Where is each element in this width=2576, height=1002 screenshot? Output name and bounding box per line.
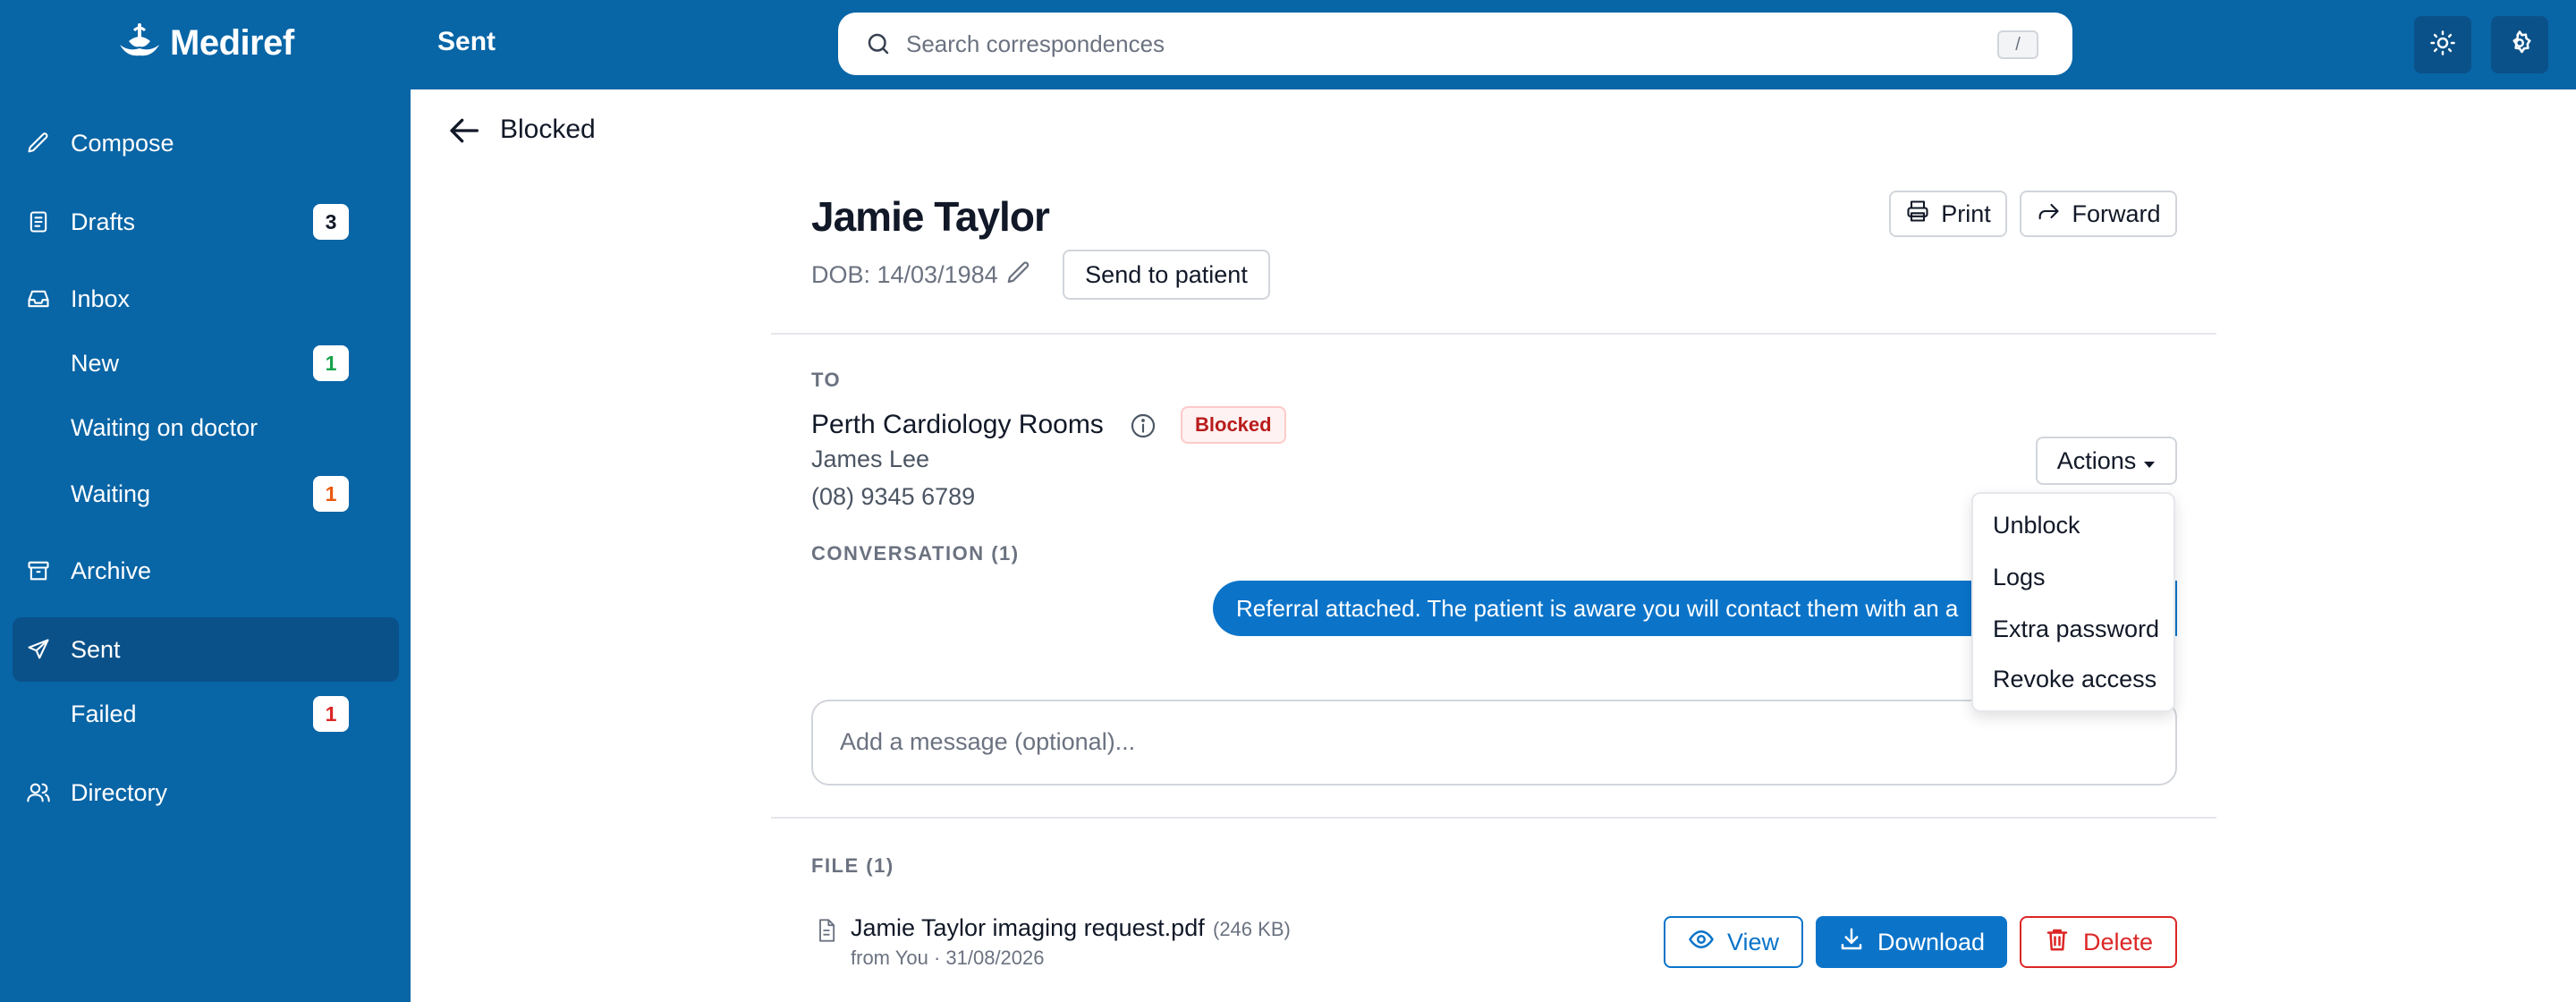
sidebar-item-label: New <box>71 349 120 377</box>
recipient-contact-name: James Lee <box>811 446 930 472</box>
sidebar-item-label: Inbox <box>71 284 131 312</box>
menu-item-logs[interactable]: Logs <box>1993 564 2046 591</box>
sidebar-item-waiting[interactable]: Waiting 1 <box>13 462 399 526</box>
search-icon <box>865 30 892 62</box>
caret-down-icon <box>2143 447 2156 475</box>
top-header: Sent / <box>411 0 2576 89</box>
actions-menu: Unblock Logs Extra password Revoke acces… <box>1971 492 2175 712</box>
inbox-icon <box>24 284 53 313</box>
failed-count-badge: 1 <box>313 696 349 732</box>
sidebar-item-inbox[interactable]: Inbox <box>13 267 399 331</box>
search-input[interactable] <box>906 25 1962 63</box>
download-file-button[interactable]: Download <box>1816 916 2007 968</box>
sidebar-item-label: Waiting on doctor <box>71 413 258 441</box>
forward-button[interactable]: Forward <box>2020 191 2177 237</box>
gear-icon <box>2506 30 2533 61</box>
drafts-count-badge: 3 <box>313 204 349 240</box>
pencil-icon <box>24 129 53 157</box>
file-name[interactable]: Jamie Taylor imaging request.pdf <box>851 914 1205 942</box>
print-label: Print <box>1941 200 1991 227</box>
actions-dropdown-button[interactable]: Actions <box>2036 437 2177 485</box>
sidebar-item-label: Directory <box>71 778 168 806</box>
waiting-count-badge: 1 <box>313 476 349 512</box>
app-logo[interactable]: Mediref <box>114 20 294 66</box>
sidebar-item-archive[interactable]: Archive <box>13 539 399 603</box>
search-shortcut-key: / <box>1997 30 2038 59</box>
sidebar-item-waiting-on-doctor[interactable]: Waiting on doctor <box>13 395 399 460</box>
status-badge: Blocked <box>1181 406 1286 444</box>
message-input[interactable] <box>840 728 2146 764</box>
back-button[interactable] <box>447 113 483 149</box>
section-divider <box>771 333 2216 335</box>
page-title: Sent <box>437 27 496 56</box>
drafts-icon <box>24 208 53 236</box>
section-divider <box>771 817 2216 819</box>
delete-label: Delete <box>2082 928 2154 955</box>
to-section-label: TO <box>811 369 842 391</box>
forward-label: Forward <box>2072 200 2161 227</box>
view-file-button[interactable]: View <box>1664 916 1803 968</box>
recipient-phone: (08) 9345 6789 <box>811 483 976 510</box>
download-label: Download <box>1877 928 1986 955</box>
sidebar-item-label: Compose <box>71 129 174 157</box>
menu-item-unblock[interactable]: Unblock <box>1993 512 2080 539</box>
view-label: View <box>1726 928 1780 955</box>
conversation-section-label: CONVERSATION (1) <box>811 542 1020 565</box>
file-meta: from You · 31/08/2026 <box>851 947 1045 969</box>
sidebar-item-compose[interactable]: Compose <box>13 111 399 175</box>
arrow-left-icon <box>450 118 479 143</box>
sidebar-item-new[interactable]: New 1 <box>13 331 399 395</box>
sidebar-item-sent[interactable]: Sent <box>13 617 399 682</box>
sidebar: Mediref Compose Drafts 3 Inbox New 1 Wai… <box>0 0 411 1002</box>
eye-icon <box>1688 926 1715 959</box>
info-icon[interactable] <box>1129 412 1157 445</box>
download-icon <box>1838 926 1865 959</box>
patient-name: Jamie Taylor <box>811 193 1050 240</box>
file-size: (246 KB) <box>1213 918 1291 940</box>
print-button[interactable]: Print <box>1889 191 2007 237</box>
file-section-label: FILE (1) <box>811 854 894 877</box>
sidebar-item-label: Drafts <box>71 208 136 235</box>
message-box[interactable] <box>811 700 2177 785</box>
printer-icon <box>1905 199 1930 230</box>
back-label: Blocked <box>500 115 596 144</box>
forward-icon <box>2036 199 2061 230</box>
sidebar-item-drafts[interactable]: Drafts 3 <box>13 190 399 254</box>
menu-item-revoke-access[interactable]: Revoke access <box>1993 666 2157 693</box>
document-icon <box>814 916 839 949</box>
send-to-patient-button[interactable]: Send to patient <box>1063 250 1270 300</box>
app-name: Mediref <box>170 22 294 63</box>
sidebar-item-label: Archive <box>71 556 152 584</box>
edit-dob-icon[interactable] <box>1005 259 1032 291</box>
archive-icon <box>24 556 53 585</box>
sidebar-item-label: Failed <box>71 700 137 727</box>
mediref-logo-icon <box>120 23 159 56</box>
theme-toggle-button[interactable] <box>2414 16 2471 73</box>
sidebar-item-directory[interactable]: Directory <box>13 760 399 825</box>
settings-button[interactable] <box>2491 16 2548 73</box>
search-bar[interactable]: / <box>838 13 2072 75</box>
menu-item-extra-password[interactable]: Extra password <box>1993 616 2159 643</box>
patient-dob: DOB: 14/03/1984 <box>811 261 998 288</box>
sidebar-item-label: Waiting <box>71 480 151 507</box>
send-icon <box>24 635 53 664</box>
sun-icon <box>2429 30 2456 61</box>
actions-label: Actions <box>2056 446 2137 474</box>
users-icon <box>24 778 53 807</box>
recipient-name: Perth Cardiology Rooms <box>811 410 1104 439</box>
new-count-badge: 1 <box>313 345 349 381</box>
delete-file-button[interactable]: Delete <box>2020 916 2177 968</box>
sidebar-item-label: Sent <box>71 635 121 663</box>
sidebar-item-failed[interactable]: Failed 1 <box>13 682 399 746</box>
trash-icon <box>2044 926 2071 959</box>
